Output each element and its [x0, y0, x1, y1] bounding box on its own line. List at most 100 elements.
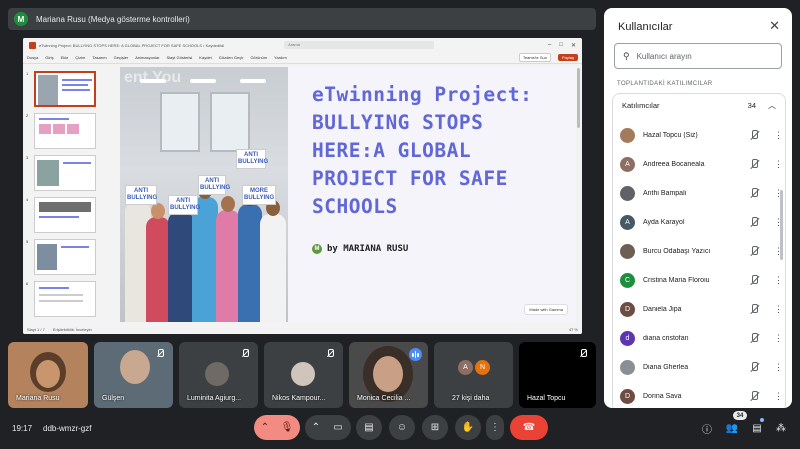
- participant-tile[interactable]: Luminita Agiurg...: [179, 342, 258, 408]
- mic-toggle-button[interactable]: 🎙: [274, 415, 300, 440]
- participant-name: Daniela Jipa: [643, 305, 682, 313]
- slide-thumbnail: [34, 197, 96, 233]
- ppt-scrollbar: [577, 68, 580, 128]
- group-count: 34: [747, 100, 756, 110]
- more-vert-icon[interactable]: ⋮: [774, 188, 783, 199]
- mic-off-icon: [748, 332, 760, 344]
- more-vert-icon[interactable]: ⋮: [774, 275, 783, 286]
- raise-hand-button[interactable]: ✋: [455, 415, 481, 440]
- more-vert-icon[interactable]: ⋮: [774, 130, 783, 141]
- section-label: TOPLANTIDAKİ KATILIMCILAR: [617, 81, 713, 87]
- mic-off-icon: [748, 187, 760, 199]
- more-vert-icon[interactable]: ⋮: [774, 333, 783, 344]
- participant-row[interactable]: A Ayda Karayol ⋮: [620, 212, 783, 232]
- mic-off-icon: [326, 349, 335, 358]
- avatar: [620, 185, 635, 201]
- more-vert-icon[interactable]: ⋮: [774, 159, 783, 170]
- chevron-up-icon: ︿: [768, 100, 776, 110]
- participant-row[interactable]: Hazal Topcu (Siz) ⋮: [620, 125, 783, 145]
- participant-row[interactable]: Burcu Odabaşı Yazıcı ⋮: [620, 241, 783, 261]
- close-icon: ✕: [570, 42, 576, 49]
- captions-icon: ▤: [364, 422, 374, 433]
- mic-off-icon: [748, 390, 760, 402]
- avatar: N: [475, 360, 490, 375]
- activities-icon: ⁂: [776, 422, 786, 434]
- more-vert-icon[interactable]: ⋮: [774, 362, 783, 373]
- mic-off-icon: [748, 245, 760, 257]
- mic-off-icon: [748, 303, 760, 315]
- more-vert-icon[interactable]: ⋮: [774, 246, 783, 257]
- group-label: Katılımcılar: [622, 100, 660, 110]
- present-button[interactable]: ⊞: [422, 415, 448, 440]
- video-options-button[interactable]: ⌃: [305, 415, 327, 440]
- participant-row[interactable]: C Cristina Maria Floroiu ⋮: [620, 270, 783, 290]
- avatar: [620, 127, 635, 143]
- presenter-label: Mariana Rusu (Medya gösterme kontrolleri…: [36, 14, 190, 24]
- participant-row[interactable]: d diana cristofan ⋮: [620, 328, 783, 348]
- more-participants-avatars: A N: [458, 360, 490, 375]
- tile-name: Monica Cecilia ...: [357, 395, 411, 402]
- ppt-ribbon: Dosya Giriş Ekle Çizim Tasarım Geçişler …: [23, 52, 582, 64]
- slide-thumbnail: [34, 71, 96, 107]
- participant-row[interactable]: Diana Gherlea ⋮: [620, 357, 783, 377]
- participant-tile[interactable]: Monica Cecilia ...: [349, 342, 428, 408]
- chevron-up-icon: ⌃: [260, 422, 270, 433]
- participant-row[interactable]: D Dorina Sava ⋮: [620, 386, 783, 406]
- avatar: d: [620, 330, 635, 346]
- participants-group-header[interactable]: Katılımcılar 34 ︿: [613, 94, 785, 116]
- participant-name: Diana Gherlea: [643, 363, 689, 371]
- slide-thumbnails: 1 2 3 4 5 6: [23, 65, 119, 324]
- thumb-number: 6: [26, 281, 29, 286]
- speaking-indicator-icon: [409, 348, 422, 361]
- tile-name: Luminita Agiurg...: [187, 395, 242, 402]
- people-count-badge: 34: [733, 411, 747, 420]
- audio-options-button[interactable]: ⌃: [254, 415, 276, 440]
- more-options-button[interactable]: ⋮: [486, 415, 504, 440]
- activities-button[interactable]: ⁂: [774, 421, 788, 435]
- photo-wall-text: ent You: [124, 69, 182, 86]
- zoom-level: 47 %: [568, 327, 578, 332]
- participant-search-input[interactable]: ⚲ Kullanıcı arayın: [614, 43, 782, 69]
- camera-toggle-button[interactable]: ▭: [325, 415, 351, 440]
- made-with-gamma-badge: Made with Gamma: [524, 304, 568, 315]
- mic-off-icon: [748, 361, 760, 373]
- slide-author: M by MARIANA RUSU: [312, 244, 408, 254]
- more-vert-icon[interactable]: ⋮: [774, 304, 783, 315]
- participant-tile[interactable]: Hazal Topcu: [519, 342, 596, 408]
- tile-name: Gülşen: [102, 395, 125, 402]
- people-button[interactable]: 👥: [725, 421, 739, 435]
- ribbon-tab: Dosya: [27, 55, 39, 60]
- close-icon[interactable]: ✕: [769, 18, 780, 34]
- leave-call-button[interactable]: ☎: [510, 415, 548, 440]
- participant-row[interactable]: Anthi Bampali ⋮: [620, 183, 783, 203]
- ppt-search: Arama: [284, 41, 435, 49]
- meeting-info-button[interactable]: ⓘ: [700, 421, 714, 436]
- emoji-icon: ☺: [396, 422, 408, 433]
- thumb-number: 3: [26, 155, 29, 160]
- captions-button[interactable]: ▤: [356, 415, 382, 440]
- maximize-icon: □: [559, 41, 563, 48]
- slide-thumbnail: [34, 155, 96, 191]
- powerpoint-logo-icon: [29, 41, 36, 49]
- participant-tile[interactable]: Mariana Rusu: [8, 342, 88, 408]
- more-vert-icon[interactable]: ⋮: [774, 391, 783, 402]
- participant-tile[interactable]: Nikos Kampour...: [264, 342, 343, 408]
- participant-tile[interactable]: Gülşen: [94, 342, 173, 408]
- panel-title: Kullanıcılar: [618, 21, 673, 33]
- ribbon-tab: Animasyonlar: [135, 55, 160, 60]
- hang-up-icon: ☎: [522, 422, 536, 433]
- meeting-code: ddb-wmzr-gzf: [43, 424, 92, 433]
- tile-name: Nikos Kampour...: [272, 395, 326, 402]
- chat-button[interactable]: ▤: [750, 421, 764, 435]
- more-vert-icon[interactable]: ⋮: [774, 217, 783, 228]
- participant-row[interactable]: D Daniela Jipa ⋮: [620, 299, 783, 319]
- slide-photo: ent You ANTI BULLYING ANTI BULLYING ANTI…: [120, 67, 288, 322]
- more-participants-tile[interactable]: A N 27 kişi daha: [434, 342, 513, 408]
- mic-off-icon: [748, 129, 760, 141]
- presenter-avatar: M: [14, 12, 28, 26]
- participant-row[interactable]: A Andreea Bocaneala ⋮: [620, 154, 783, 174]
- participant-name: Ayda Karayol: [643, 218, 685, 226]
- presenter-bar[interactable]: M Mariana Rusu (Medya gösterme kontrolle…: [8, 8, 596, 30]
- reactions-button[interactable]: ☺: [389, 415, 415, 440]
- photo-sign: ANTI BULLYING: [168, 195, 200, 215]
